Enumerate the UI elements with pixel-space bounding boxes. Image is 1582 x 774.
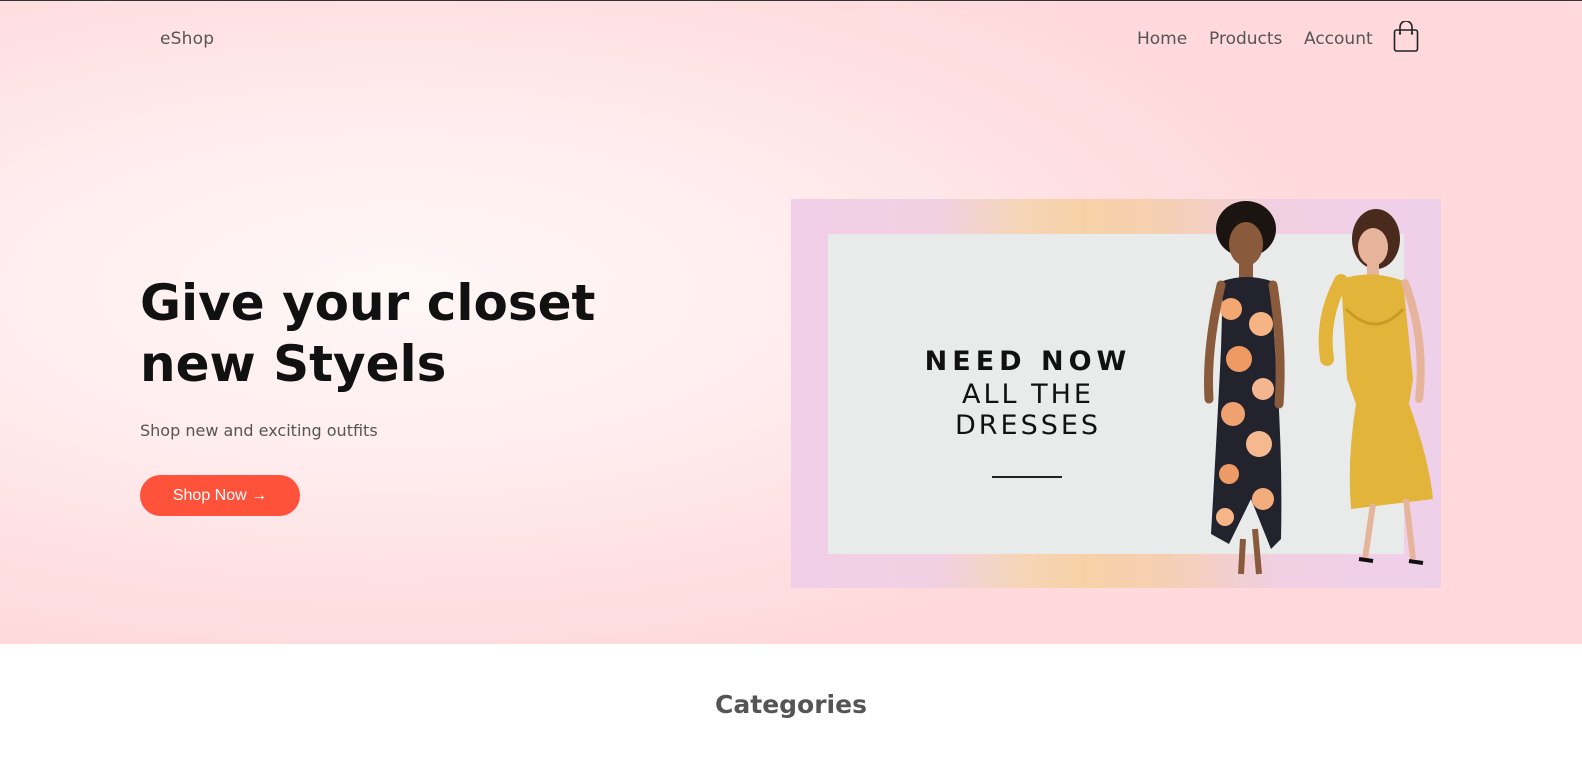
hero-headline: Give your closet new Styels — [140, 273, 660, 395]
hero-section: eShop Home Products Account Give your cl… — [0, 0, 1582, 644]
shopping-bag-icon[interactable] — [1393, 20, 1419, 53]
shop-now-button[interactable]: Shop Now → — [140, 475, 300, 516]
hero-banner-image: NEED NOW ALL THE DRESSES — [791, 199, 1441, 588]
nav-link-home[interactable]: Home — [1137, 29, 1187, 49]
hero-headline-line1: Give your closet — [140, 274, 596, 332]
nav-link-account[interactable]: Account — [1304, 29, 1373, 49]
main-nav: Home Products Account — [0, 29, 1582, 53]
nav-link-products[interactable]: Products — [1209, 29, 1282, 49]
hero-subtext: Shop new and exciting outfits — [140, 421, 378, 440]
banner-divider — [992, 476, 1062, 478]
hero-headline-line2: new Styels — [140, 335, 447, 393]
banner-subheading: ALL THE DRESSES — [954, 379, 1102, 441]
categories-heading: Categories — [715, 690, 867, 719]
models-illustration — [1204, 201, 1433, 575]
banner-heading: NEED NOW — [924, 346, 1132, 377]
